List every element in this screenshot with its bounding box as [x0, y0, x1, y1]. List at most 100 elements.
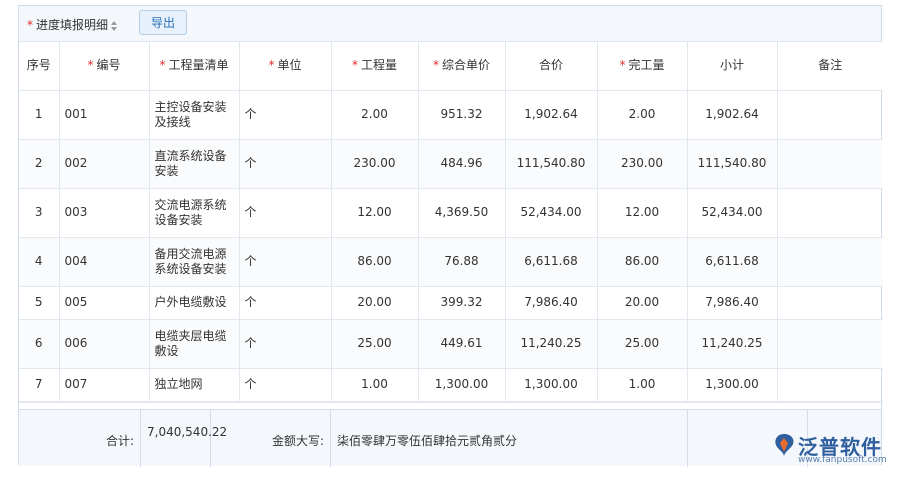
column-header[interactable]: * 编号	[58, 42, 150, 91]
code-cell[interactable]: 007	[58, 367, 150, 402]
code-cell[interactable]: 006	[58, 318, 150, 369]
note-cell[interactable]	[776, 187, 883, 238]
seq-cell[interactable]: 5	[19, 285, 60, 320]
table-row[interactable]: 2 002 直流系统设备安装个 230.00 484.96 111,540.80 230.0…	[19, 138, 883, 189]
table-row[interactable]: 7 007 独立地网个 1.00 1,300.00 1,300.00 1.00 1,300.0…	[19, 367, 883, 402]
seq-cell[interactable]: 1	[19, 89, 60, 140]
column-header-label: 完工量	[628, 58, 665, 73]
note-cell[interactable]	[776, 236, 883, 287]
qty-cell[interactable]: 25.00	[330, 318, 419, 369]
table-header-row: 序号 * 编号 * 工程量清单 * 单位 * 工程量 * 综合单价 合价 * 完工量 小计 备注	[19, 42, 883, 91]
required-mark: *	[432, 58, 439, 73]
subtotal-cell[interactable]: 1,300.00	[686, 367, 778, 402]
total-cell[interactable]: 6,611.68	[504, 236, 598, 287]
subtotal-cell[interactable]: 6,611.68	[686, 236, 778, 287]
total-cell[interactable]: 1,902.64	[504, 89, 598, 140]
note-cell[interactable]	[776, 367, 883, 402]
item-cell[interactable]: 电缆夹层电缆敷设	[148, 318, 240, 369]
done-qty-cell[interactable]: 230.00	[596, 138, 688, 189]
done-qty-cell[interactable]: 1.00	[596, 367, 688, 402]
column-header[interactable]: 备注	[776, 42, 883, 91]
table-row[interactable]: 1 001 主控设备安装及接线个 2.00 951.32 1,902.64 2.00 1,90…	[19, 89, 883, 140]
total-cell[interactable]: 11,240.25	[504, 318, 598, 369]
required-mark: *	[268, 58, 275, 73]
done-qty-cell[interactable]: 86.00	[596, 236, 688, 287]
unit-price-cell[interactable]: 1,300.00	[417, 367, 506, 402]
section-title[interactable]: * 进度填报明细	[27, 16, 118, 33]
unit-cell[interactable]: 个	[238, 138, 332, 189]
unit-cell[interactable]: 个	[238, 318, 332, 369]
table-row[interactable]: 4 004 备用交流电源系统设备安装个 86.00 76.88 6,611.68 86.00…	[19, 236, 883, 287]
subtotal-cell[interactable]: 1,902.64	[686, 89, 778, 140]
code-cell[interactable]: 001	[58, 89, 150, 140]
total-cell[interactable]: 111,540.80	[504, 138, 598, 189]
total-cell[interactable]: 1,300.00	[504, 367, 598, 402]
total-label-cell: 合计:	[19, 410, 141, 467]
export-button[interactable]: 导出	[139, 10, 187, 35]
unit-cell[interactable]: 个	[238, 285, 332, 320]
seq-cell[interactable]: 2	[19, 138, 60, 189]
table-row[interactable]: 6 006 电缆夹层电缆敷设个 25.00 449.61 11,240.25 25.00 11…	[19, 318, 883, 369]
item-cell[interactable]: 直流系统设备安装	[148, 138, 240, 189]
seq-cell[interactable]: 6	[19, 318, 60, 369]
item-cell[interactable]: 独立地网	[148, 367, 240, 402]
total-cell[interactable]: 52,434.00	[504, 187, 598, 238]
note-cell[interactable]	[776, 318, 883, 369]
code-cell[interactable]: 002	[58, 138, 150, 189]
note-cell[interactable]	[776, 138, 883, 189]
item-cell[interactable]: 户外电缆敷设	[148, 285, 240, 320]
subtotal-cell[interactable]: 52,434.00	[686, 187, 778, 238]
column-header[interactable]: * 完工量	[596, 42, 688, 91]
unit-cell[interactable]: 个	[238, 187, 332, 238]
unit-price-cell[interactable]: 4,369.50	[417, 187, 506, 238]
unit-price-cell[interactable]: 76.88	[417, 236, 506, 287]
column-header[interactable]: * 工程量清单	[148, 42, 240, 91]
qty-cell[interactable]: 86.00	[330, 236, 419, 287]
note-cell[interactable]	[776, 285, 883, 320]
required-mark: *	[159, 58, 166, 73]
done-qty-cell[interactable]: 20.00	[596, 285, 688, 320]
qty-cell[interactable]: 230.00	[330, 138, 419, 189]
unit-cell[interactable]: 个	[238, 236, 332, 287]
unit-price-cell[interactable]: 951.32	[417, 89, 506, 140]
table-row[interactable]: 5 005 户外电缆敷设个 20.00 399.32 7,986.40 20.00 7,986…	[19, 285, 883, 320]
sort-icon[interactable]	[110, 20, 118, 32]
column-header[interactable]: * 综合单价	[417, 42, 506, 91]
column-header-label: 备注	[818, 58, 843, 73]
table-row[interactable]: 3 003 交流电源系统设备安装个 12.00 4,369.50 52,434.00 12.…	[19, 187, 883, 238]
qty-cell[interactable]: 1.00	[330, 367, 419, 402]
done-qty-cell[interactable]: 12.00	[596, 187, 688, 238]
seq-cell[interactable]: 3	[19, 187, 60, 238]
qty-cell[interactable]: 12.00	[330, 187, 419, 238]
seq-cell[interactable]: 4	[19, 236, 60, 287]
note-cell[interactable]	[776, 89, 883, 140]
done-qty-cell[interactable]: 25.00	[596, 318, 688, 369]
subtotal-cell[interactable]: 7,986.40	[686, 285, 778, 320]
required-mark: *	[619, 58, 626, 73]
unit-price-cell[interactable]: 484.96	[417, 138, 506, 189]
column-header[interactable]: 合价	[504, 42, 598, 91]
total-cell[interactable]: 7,986.40	[504, 285, 598, 320]
item-cell[interactable]: 交流电源系统设备安装	[148, 187, 240, 238]
subtotal-cell[interactable]: 11,240.25	[686, 318, 778, 369]
code-cell[interactable]: 004	[58, 236, 150, 287]
item-cell[interactable]: 主控设备安装及接线	[148, 89, 240, 140]
subtotal-cell[interactable]: 111,540.80	[686, 138, 778, 189]
item-cell[interactable]: 备用交流电源系统设备安装	[148, 236, 240, 287]
column-header[interactable]: 小计	[686, 42, 778, 91]
column-header[interactable]: * 单位	[238, 42, 332, 91]
unit-cell[interactable]: 个	[238, 89, 332, 140]
seq-cell[interactable]: 7	[19, 367, 60, 402]
column-header-label: 工程量清单	[168, 58, 229, 73]
detail-panel: * 进度填报明细 导出 序号 * 编号 * 工程量清单 * 单位 * 工程量 * 综合单价 合价 * 完工量…	[18, 5, 883, 467]
qty-cell[interactable]: 20.00	[330, 285, 419, 320]
code-cell[interactable]: 003	[58, 187, 150, 238]
code-cell[interactable]: 005	[58, 285, 150, 320]
qty-cell[interactable]: 2.00	[330, 89, 419, 140]
unit-price-cell[interactable]: 399.32	[417, 285, 506, 320]
unit-cell[interactable]: 个	[238, 367, 332, 402]
unit-price-cell[interactable]: 449.61	[417, 318, 506, 369]
done-qty-cell[interactable]: 2.00	[596, 89, 688, 140]
column-header[interactable]: 序号	[19, 42, 60, 91]
column-header[interactable]: * 工程量	[330, 42, 419, 91]
